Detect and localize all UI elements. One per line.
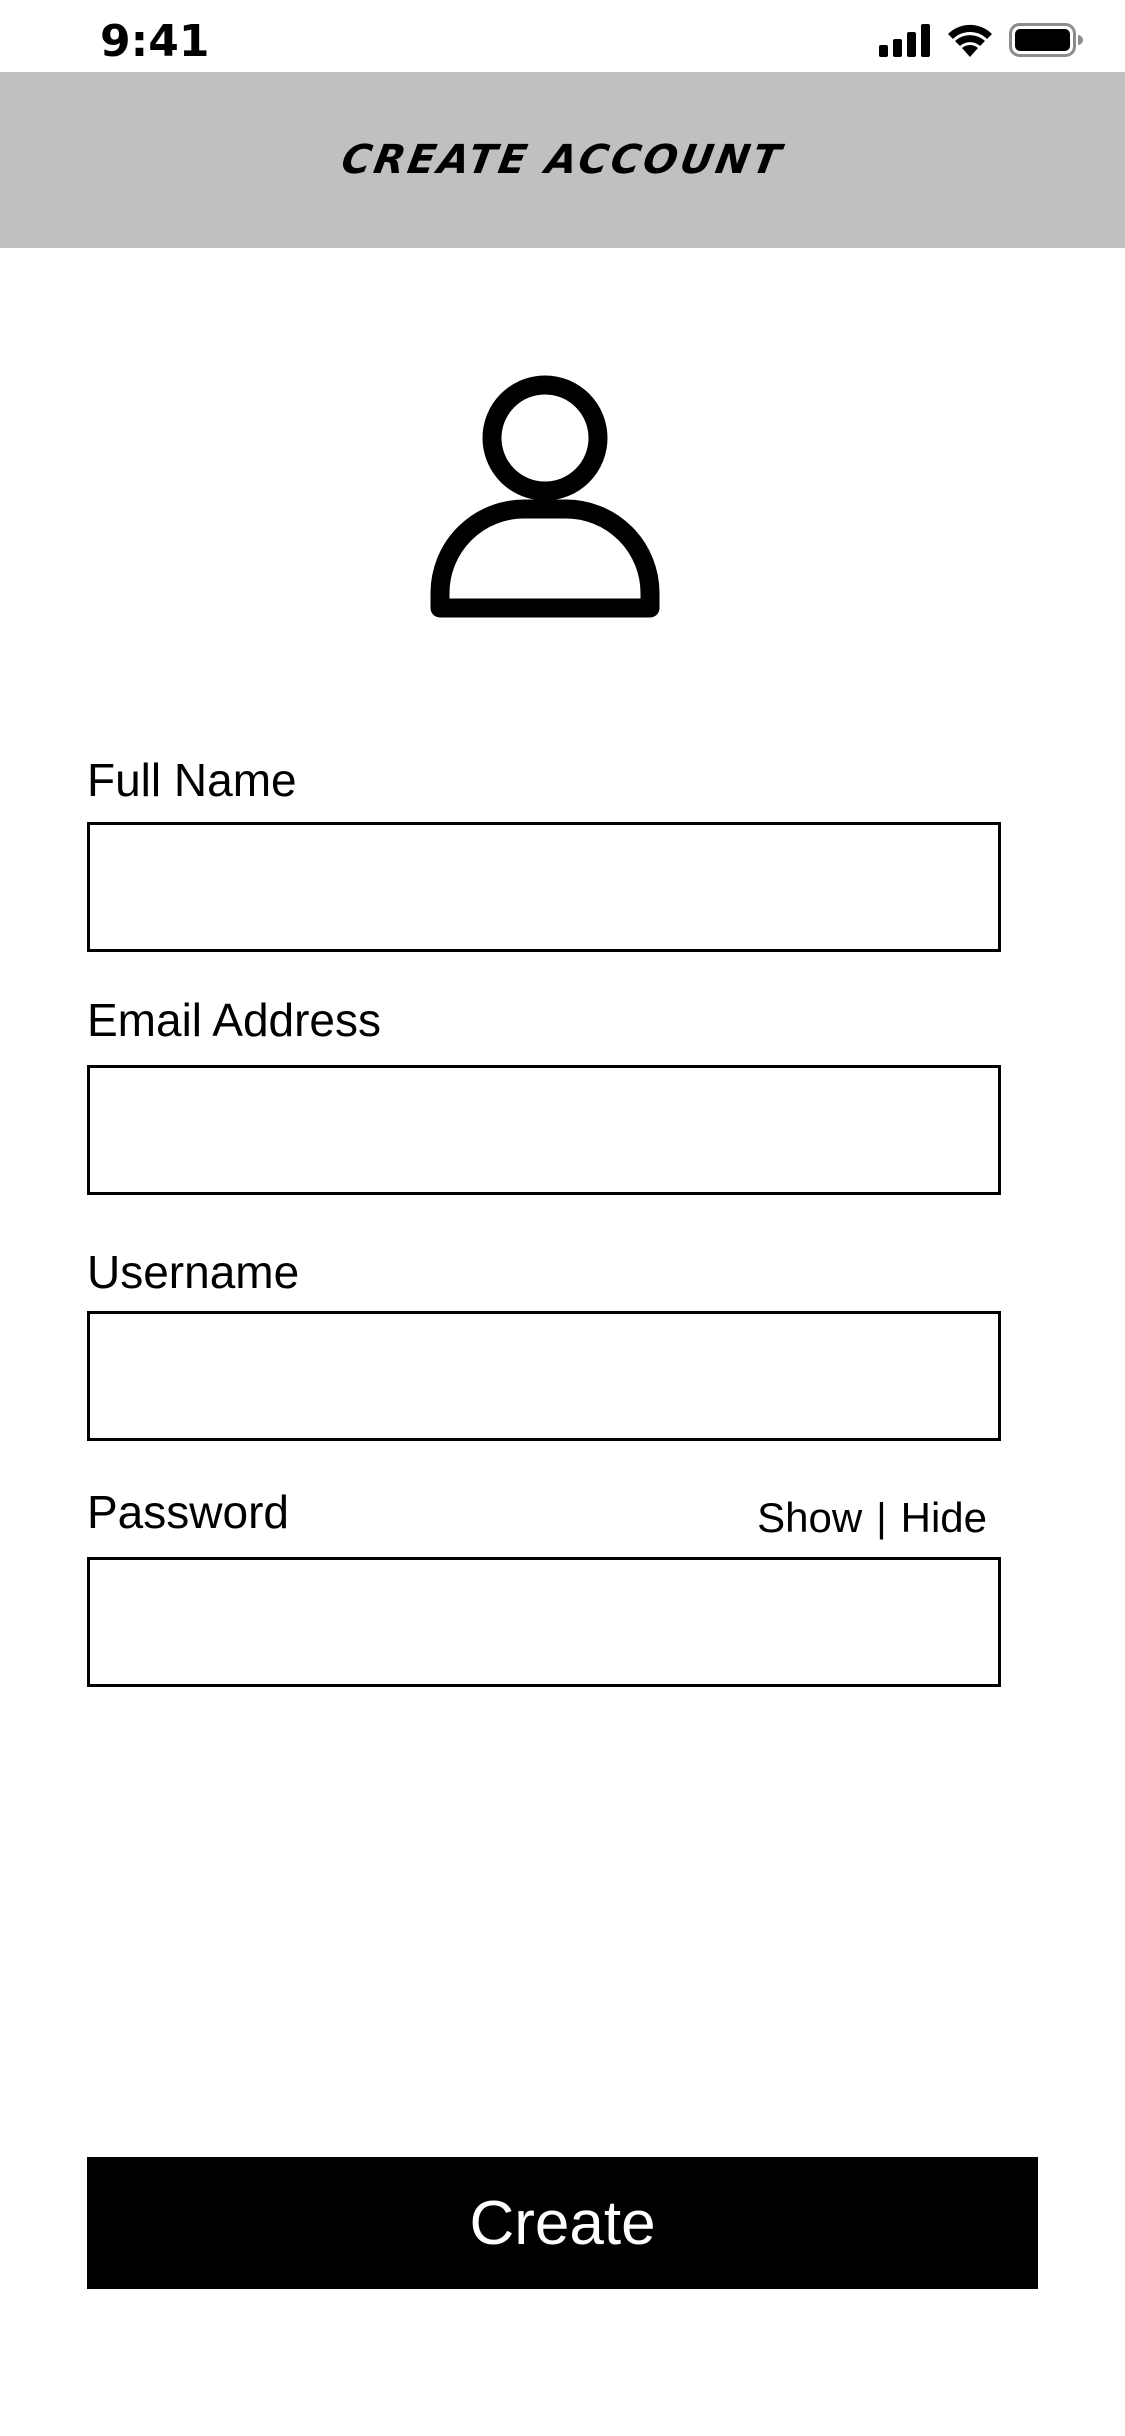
- create-button[interactable]: Create: [87, 2157, 1038, 2289]
- hide-password-button[interactable]: Hide: [901, 1490, 987, 1546]
- full-name-label: Full Name: [87, 754, 297, 806]
- toggle-separator: |: [876, 1496, 887, 1540]
- wifi-icon: [947, 23, 993, 62]
- show-password-button[interactable]: Show: [757, 1490, 862, 1546]
- username-input[interactable]: [87, 1311, 1001, 1441]
- email-address-label: Email Address: [87, 994, 382, 1046]
- password-input[interactable]: [87, 1557, 1001, 1687]
- status-icons: [879, 22, 1083, 62]
- password-label: Password: [87, 1486, 289, 1538]
- email-address-input[interactable]: [87, 1065, 1001, 1195]
- status-bar: 9:41: [0, 0, 1125, 72]
- full-name-input[interactable]: [87, 822, 1001, 952]
- password-visibility-toggle: Show | Hide: [757, 1490, 987, 1546]
- page-title: CREATE ACCOUNT: [338, 137, 787, 183]
- status-time: 9:41: [100, 16, 210, 67]
- cellular-signal-icon: [879, 23, 931, 62]
- username-label: Username: [87, 1246, 300, 1298]
- battery-icon: [1009, 22, 1083, 62]
- header-bar: CREATE ACCOUNT: [0, 72, 1125, 248]
- user-avatar-icon: [430, 372, 660, 618]
